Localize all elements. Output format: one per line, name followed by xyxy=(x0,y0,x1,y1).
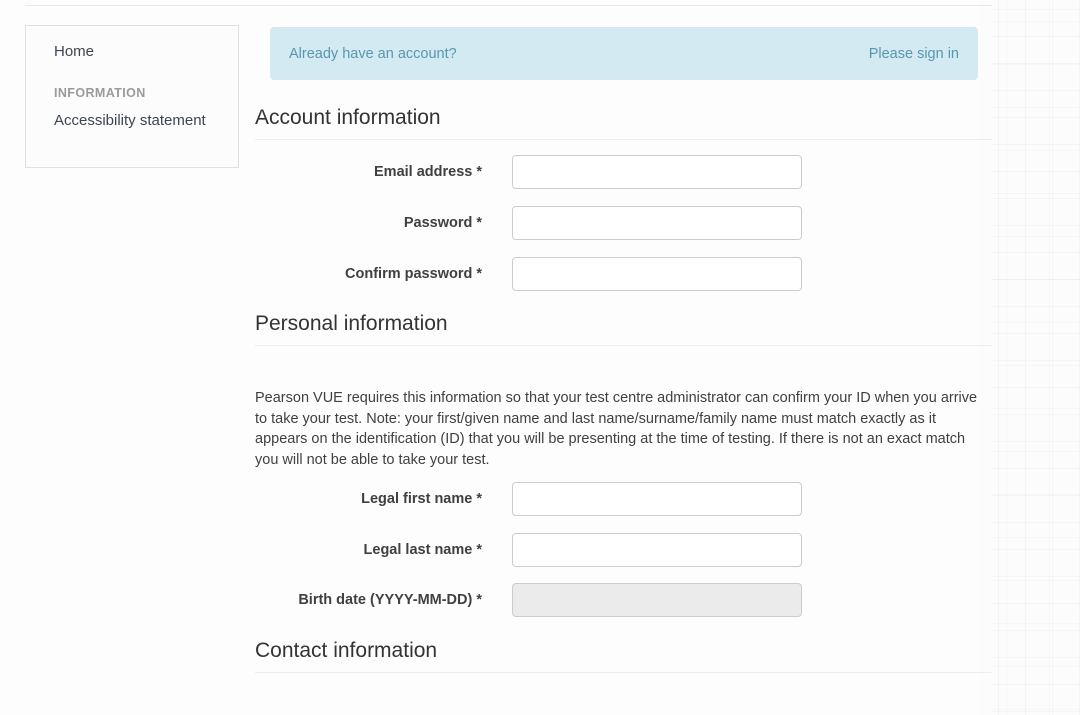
background-pattern-decoration xyxy=(992,0,1080,715)
label-password: Password * xyxy=(403,215,482,231)
sidebar-item-accessibility-statement[interactable]: Accessibility statement xyxy=(54,112,206,130)
sidebar-item-home[interactable]: Home xyxy=(54,43,94,61)
form-row-legal-last-name: Legal last name * xyxy=(255,533,992,567)
label-legal-last-name: Legal last name * xyxy=(363,542,482,558)
section-heading-personal-information: Personal information xyxy=(255,310,992,346)
form-row-email: Email address * xyxy=(255,155,992,189)
email-address-input[interactable] xyxy=(512,155,802,189)
page-root: Home INFORMATION Accessibility statement… xyxy=(0,0,1080,715)
birth-date-input[interactable] xyxy=(512,583,802,617)
form-row-birth-date: Birth date (YYYY-MM-DD) * xyxy=(255,583,992,617)
top-divider xyxy=(25,5,992,6)
label-legal-first-name: Legal first name * xyxy=(361,491,482,507)
section-heading-contact-information: Contact information xyxy=(255,637,992,673)
form-row-password: Password * xyxy=(255,206,992,240)
alert-message: Already have an account? xyxy=(289,46,457,62)
confirm-password-input[interactable] xyxy=(512,257,802,291)
form-row-legal-first-name: Legal first name * xyxy=(255,482,992,516)
sidebar-section-heading-information: INFORMATION xyxy=(54,86,146,100)
section-heading-account-information: Account information xyxy=(255,104,992,140)
form-row-confirm-password: Confirm password * xyxy=(255,257,992,291)
legal-last-name-input[interactable] xyxy=(512,533,802,567)
sidebar-nav: Home INFORMATION Accessibility statement xyxy=(25,25,239,168)
personal-information-description: Pearson VUE requires this information so… xyxy=(255,390,978,468)
password-input[interactable] xyxy=(512,206,802,240)
sign-in-alert-banner: Already have an account? Please sign in xyxy=(270,27,978,80)
label-birth-date: Birth date (YYYY-MM-DD) * xyxy=(298,592,482,608)
label-confirm-password: Confirm password * xyxy=(345,266,482,282)
legal-first-name-input[interactable] xyxy=(512,482,802,516)
please-sign-in-link[interactable]: Please sign in xyxy=(869,45,959,63)
label-email-address: Email address * xyxy=(374,164,482,180)
